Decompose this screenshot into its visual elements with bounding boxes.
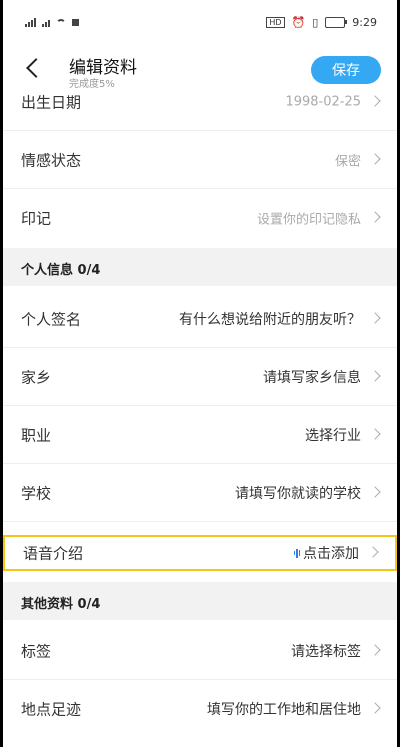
row-value: 点击添加 xyxy=(303,546,359,562)
row-value: 请填写你就读的学校 xyxy=(235,485,361,502)
section-title: 个人信息 0/4 xyxy=(21,263,101,278)
row-label: 出生日期 xyxy=(21,93,82,111)
chevron-right-icon xyxy=(369,211,381,223)
status-right: HD ⏰ ▯ 9:29 xyxy=(266,16,377,29)
row-label: 职业 xyxy=(21,426,52,444)
voice-wave-icon xyxy=(293,548,300,558)
section-other-info: 其他资料 0/4 xyxy=(3,582,397,620)
chevron-right-icon xyxy=(369,702,381,714)
status-time: 9:29 xyxy=(352,16,377,29)
screen: HD ⏰ ▯ 9:29 编辑资料 完成度5% 保存 出生日期 1998-02-2… xyxy=(3,0,397,747)
status-bar: HD ⏰ ▯ 9:29 xyxy=(3,0,397,40)
row-value: 请选择标签 xyxy=(291,643,361,660)
section-title: 其他资料 0/4 xyxy=(21,597,101,612)
row-label: 个人签名 xyxy=(21,310,82,328)
row-voice-intro[interactable]: 语音介绍 点击添加 xyxy=(3,535,397,571)
chevron-right-icon xyxy=(369,311,381,324)
row-value: 请填写家乡信息 xyxy=(263,369,361,386)
wifi-icon xyxy=(56,18,66,27)
row-label: 情感状态 xyxy=(21,151,82,169)
row-label: 家乡 xyxy=(21,368,52,386)
row-value: 有什么想说给附近的朋友听？ xyxy=(179,311,361,328)
row-mark[interactable]: 印记 设置你的印记隐私 xyxy=(3,189,397,247)
row-label: 标签 xyxy=(21,642,52,660)
row-school[interactable]: 学校 请填写你就读的学校 xyxy=(3,464,397,522)
row-hometown[interactable]: 家乡 请填写家乡信息 xyxy=(3,348,397,406)
status-left xyxy=(25,18,79,27)
row-value: 1998-02-25 xyxy=(285,94,361,109)
battery-icon xyxy=(325,17,348,28)
row-value: 填写你的工作地和居住地 xyxy=(207,702,361,718)
row-value: 设置你的印记隐私 xyxy=(256,212,361,228)
row-tags[interactable]: 标签 请选择标签 xyxy=(3,622,397,680)
alarm-icon: ⏰ xyxy=(291,16,306,29)
vibrate-icon: ▯ xyxy=(312,16,319,29)
row-location[interactable]: 地点足迹 填写你的工作地和居住地 xyxy=(3,680,397,738)
row-signature[interactable]: 个人签名 有什么想说给附近的朋友听？ xyxy=(3,290,397,348)
row-birthday[interactable]: 出生日期 1998-02-25 xyxy=(3,73,397,131)
row-value: 保密 xyxy=(334,154,361,169)
signal-icon-2 xyxy=(42,18,50,27)
notification-icon xyxy=(72,19,79,26)
row-label: 语音介绍 xyxy=(23,544,84,563)
row-value: 选择行业 xyxy=(305,427,361,444)
hd-badge: HD xyxy=(266,17,285,28)
chevron-right-icon xyxy=(367,546,379,558)
chevron-right-icon xyxy=(369,427,381,440)
chevron-right-icon xyxy=(369,369,381,382)
row-occupation[interactable]: 职业 选择行业 xyxy=(3,406,397,464)
chevron-right-icon xyxy=(369,94,381,107)
chevron-right-icon xyxy=(369,152,381,165)
row-relationship[interactable]: 情感状态 保密 xyxy=(3,131,397,189)
signal-icon xyxy=(25,18,36,27)
voice-add: 点击添加 xyxy=(293,543,359,563)
section-personal-info: 个人信息 0/4 xyxy=(3,248,397,286)
row-label: 学校 xyxy=(21,484,52,502)
chevron-right-icon xyxy=(369,643,381,656)
chevron-right-icon xyxy=(369,485,381,498)
row-label: 地点足迹 xyxy=(21,700,82,719)
row-label: 印记 xyxy=(21,209,52,228)
